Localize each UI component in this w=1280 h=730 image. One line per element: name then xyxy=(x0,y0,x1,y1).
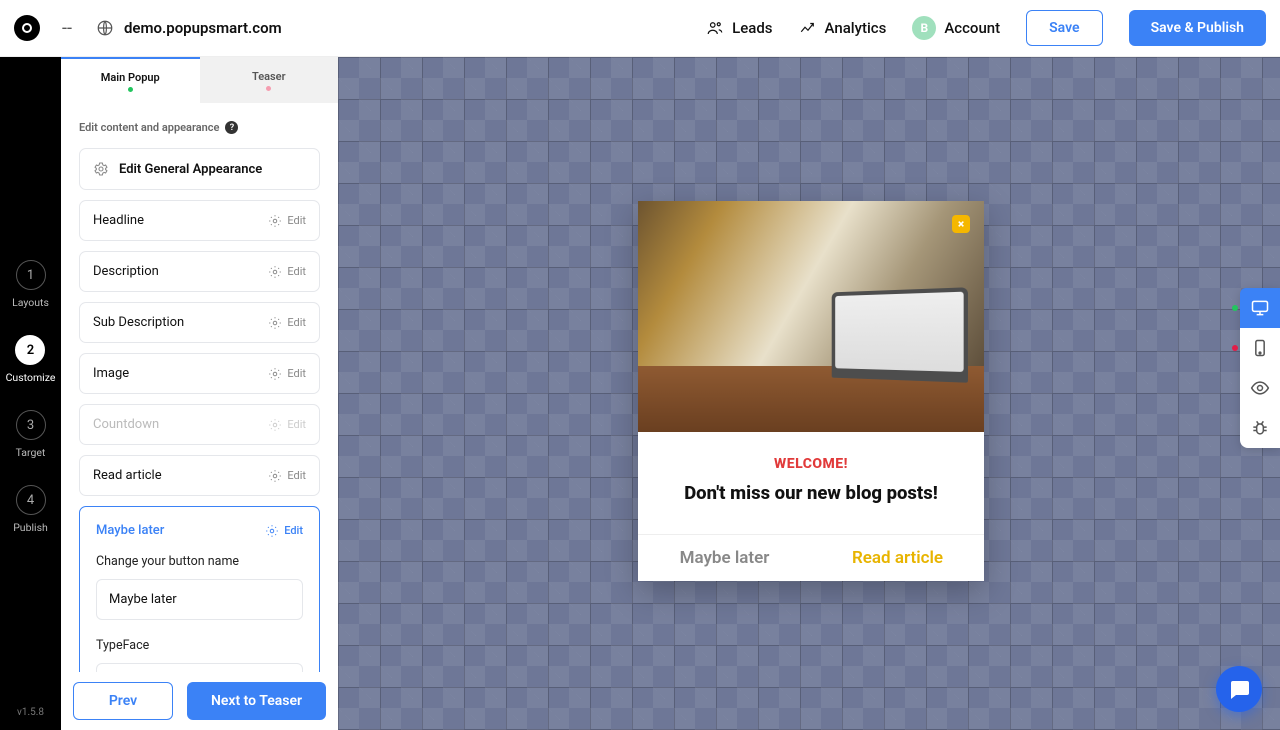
gear-icon xyxy=(268,265,282,279)
prev-button[interactable]: Prev xyxy=(73,682,173,720)
globe-icon xyxy=(96,19,114,37)
row-label: Read article xyxy=(93,468,162,483)
edit-link[interactable]: Edit xyxy=(268,265,306,279)
button-name-input[interactable] xyxy=(96,579,303,620)
edit-link[interactable]: Edit xyxy=(268,367,306,381)
tab-status-dot xyxy=(128,87,133,92)
row-sub-description[interactable]: Sub Description Edit xyxy=(79,302,320,343)
rail-step-num: 2 xyxy=(15,335,45,365)
row-image[interactable]: Image Edit xyxy=(79,353,320,394)
rail-step-label: Target xyxy=(16,446,46,459)
row-label: Edit General Appearance xyxy=(119,162,262,177)
avatar: B xyxy=(912,16,936,40)
section-title: Edit content and appearance ? xyxy=(79,121,320,134)
rail-step-num: 4 xyxy=(16,485,46,515)
step-rail: 1 Layouts 2 Customize 3 Target 4 Publish… xyxy=(0,0,61,730)
tab-teaser[interactable]: Teaser xyxy=(200,57,339,103)
gear-icon xyxy=(268,214,282,228)
device-toolbar xyxy=(1240,288,1280,448)
gear-icon xyxy=(268,418,282,432)
open-row-title: Maybe later xyxy=(96,523,164,538)
row-read-article[interactable]: Read article Edit xyxy=(79,455,320,496)
row-label: Description xyxy=(93,264,159,279)
panel-tabs: Main Popup Teaser xyxy=(61,57,338,103)
row-label: Image xyxy=(93,366,129,381)
status-dot-inactive xyxy=(1232,345,1238,351)
gear-icon xyxy=(93,161,109,177)
nav-analytics[interactable]: Analytics xyxy=(799,19,887,37)
app-version: v1.5.8 xyxy=(17,707,44,718)
breadcrumb-placeholder: -- xyxy=(62,18,72,39)
panel-scroll[interactable]: Edit content and appearance ? Edit Gener… xyxy=(61,103,338,730)
popup-welcome: WELCOME! xyxy=(658,456,964,472)
rail-step-publish[interactable]: 4 Publish xyxy=(13,485,48,534)
leads-icon xyxy=(706,19,724,37)
preview-canvas[interactable]: × WELCOME! Don't miss our new blog posts… xyxy=(338,57,1280,730)
popup-read-article-button[interactable]: Read article xyxy=(811,535,984,581)
gear-icon xyxy=(268,367,282,381)
bug-icon xyxy=(1250,418,1270,438)
mobile-icon xyxy=(1250,338,1270,358)
nav-analytics-label: Analytics xyxy=(825,19,887,37)
edit-link[interactable]: Edit xyxy=(268,469,306,483)
desktop-icon xyxy=(1250,298,1270,318)
rail-step-label: Publish xyxy=(13,521,48,534)
row-countdown[interactable]: Countdown Edit xyxy=(79,404,320,445)
customize-panel: Main Popup Teaser Edit content and appea… xyxy=(61,57,338,730)
rail-step-target[interactable]: 3 Target xyxy=(16,410,46,459)
popup-preview: × WELCOME! Don't miss our new blog posts… xyxy=(638,201,984,581)
button-name-label: Change your button name xyxy=(96,554,303,569)
gear-icon xyxy=(268,316,282,330)
row-description[interactable]: Description Edit xyxy=(79,251,320,292)
edit-link[interactable]: Edit xyxy=(268,418,306,432)
rail-step-customize[interactable]: 2 Customize xyxy=(6,335,56,384)
gear-icon xyxy=(265,524,279,538)
status-dot-active xyxy=(1232,305,1238,311)
app-logo[interactable] xyxy=(14,15,40,41)
save-button[interactable]: Save xyxy=(1026,10,1102,46)
nav-account[interactable]: B Account xyxy=(912,16,1000,40)
analytics-icon xyxy=(799,19,817,37)
nav-leads[interactable]: Leads xyxy=(706,19,772,37)
popup-maybe-later-button[interactable]: Maybe later xyxy=(638,535,811,581)
panel-footer: Prev Next to Teaser xyxy=(61,672,338,730)
row-label: Countdown xyxy=(93,417,159,432)
edit-link[interactable]: Edit xyxy=(265,524,303,538)
device-desktop[interactable] xyxy=(1240,288,1280,328)
nav-leads-label: Leads xyxy=(732,19,772,37)
edit-link[interactable]: Edit xyxy=(268,316,306,330)
device-mobile[interactable] xyxy=(1240,328,1280,368)
rail-step-num: 3 xyxy=(16,410,46,440)
rail-step-label: Layouts xyxy=(12,296,49,309)
row-headline[interactable]: Headline Edit xyxy=(79,200,320,241)
top-header: -- demo.popupsmart.com Leads Analytics B… xyxy=(0,0,1280,57)
popup-close-button[interactable]: × xyxy=(952,215,970,233)
typeface-label: TypeFace xyxy=(96,638,303,653)
next-button[interactable]: Next to Teaser xyxy=(187,682,326,720)
intercom-chat-button[interactable] xyxy=(1216,666,1262,712)
help-icon[interactable]: ? xyxy=(225,121,238,134)
row-label: Sub Description xyxy=(93,315,184,330)
gear-icon xyxy=(268,469,282,483)
tab-main-popup[interactable]: Main Popup xyxy=(61,57,200,103)
debug-tool[interactable] xyxy=(1240,408,1280,448)
row-label: Headline xyxy=(93,213,144,228)
rail-step-label: Customize xyxy=(6,371,56,384)
site-domain: demo.popupsmart.com xyxy=(124,19,282,37)
save-publish-button[interactable]: Save & Publish xyxy=(1129,10,1266,46)
tab-label: Teaser xyxy=(252,70,286,83)
popup-image: × xyxy=(638,201,984,432)
rail-step-layouts[interactable]: 1 Layouts xyxy=(12,260,49,309)
rail-step-num: 1 xyxy=(16,260,46,290)
preview-visibility[interactable] xyxy=(1240,368,1280,408)
tab-status-dot xyxy=(266,86,271,91)
edit-link[interactable]: Edit xyxy=(268,214,306,228)
chat-icon xyxy=(1227,677,1251,701)
nav-account-label: Account xyxy=(944,19,1000,37)
row-general-appearance[interactable]: Edit General Appearance xyxy=(79,148,320,190)
tab-label: Main Popup xyxy=(101,71,160,84)
eye-icon xyxy=(1250,378,1270,398)
popup-headline: Don't miss our new blog posts! xyxy=(658,482,964,504)
